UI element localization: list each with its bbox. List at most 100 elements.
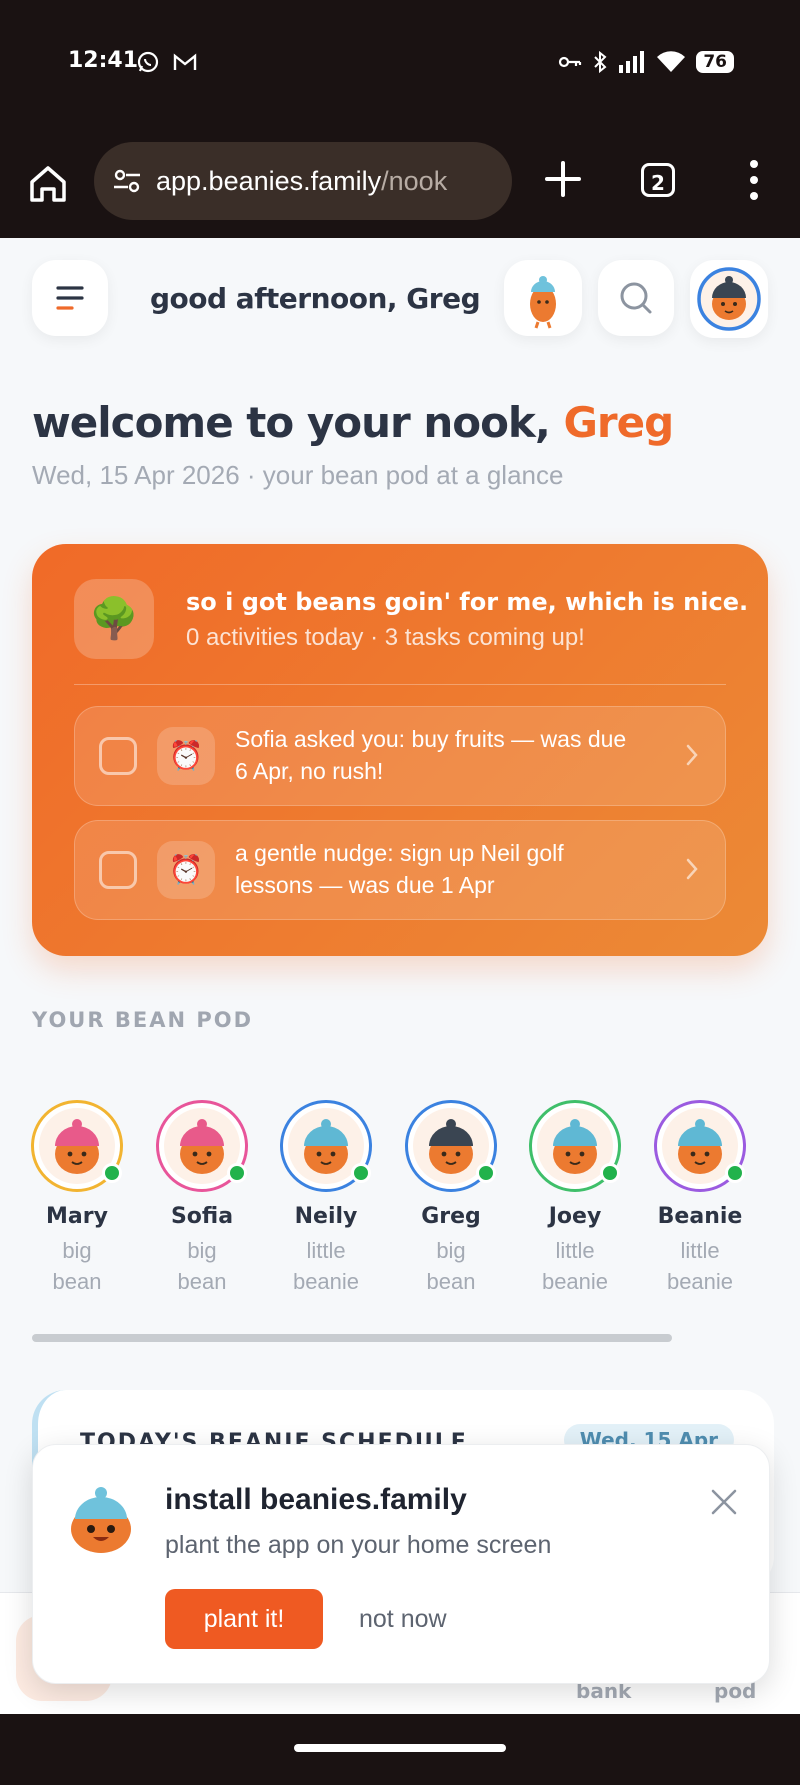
horizontal-scrollbar[interactable]	[32, 1334, 672, 1342]
online-status-dot	[227, 1163, 247, 1183]
chevron-right-icon	[686, 858, 698, 880]
member-role-line: little	[555, 1238, 595, 1263]
tab-switcher-button[interactable]: 2	[641, 163, 675, 197]
task-text: a gentle nudge: sign up Neil golf lesson…	[235, 840, 564, 898]
task-checkbox[interactable]	[99, 851, 137, 889]
welcome-prefix: welcome to your nook,	[32, 398, 551, 447]
url-path: /nook	[381, 165, 448, 196]
welcome-name: Greg	[563, 398, 674, 447]
member-role: big bean	[147, 1235, 257, 1297]
address-bar[interactable]: app.beanies.family/nook	[94, 142, 512, 220]
browser-toolbar: app.beanies.family/nook 2	[0, 140, 800, 224]
page-subtitle: Wed, 15 Apr 2026 · your bean pod at a gl…	[32, 460, 564, 490]
summary-title: so i got beans goin' for me, which is ni…	[186, 588, 749, 616]
system-status-bar: 12:41 76 app.beanies.family/nook 2	[0, 0, 800, 238]
install-subtitle: plant the app on your home screen	[165, 1531, 552, 1559]
alarm-clock-icon: ⏰	[157, 727, 215, 785]
member-role-line: bean	[52, 1269, 102, 1294]
pod-member[interactable]: Sofia big bean	[147, 1100, 257, 1297]
bean-mascot-icon	[71, 1487, 131, 1553]
install-title: install beanies.family	[165, 1483, 467, 1516]
member-role-line: bean	[426, 1269, 476, 1294]
online-status-dot	[102, 1163, 122, 1183]
gmail-icon	[173, 53, 197, 70]
member-role-line: little	[680, 1238, 720, 1263]
avatar[interactable]	[654, 1100, 746, 1192]
chevron-right-icon	[686, 744, 698, 766]
avatar[interactable]	[156, 1100, 248, 1192]
site-settings-icon[interactable]	[112, 166, 142, 196]
member-role: big bean	[22, 1235, 132, 1297]
notification-icons	[136, 50, 198, 74]
avatar[interactable]	[280, 1100, 372, 1192]
avatar[interactable]	[405, 1100, 497, 1192]
greeting: good afternoon, Greg	[150, 282, 481, 315]
avatar[interactable]	[31, 1100, 123, 1192]
close-icon[interactable]	[709, 1487, 739, 1517]
member-role-line: beanie	[541, 1269, 609, 1294]
online-status-dot	[351, 1163, 371, 1183]
bean-mascot-icon	[530, 276, 556, 329]
install-prompt: install beanies.family plant the app on …	[32, 1444, 770, 1684]
summary-card: 🌳 so i got beans goin' for me, which is …	[32, 544, 768, 956]
signal-icon	[619, 51, 645, 73]
task-item[interactable]: ⏰ a gentle nudge: sign up Neil golf less…	[74, 820, 726, 920]
page-title: welcome to your nook, Greg	[32, 398, 674, 447]
member-name: Greg	[421, 1204, 481, 1229]
member-role-line: big	[187, 1238, 217, 1263]
member-role-line: big	[62, 1238, 92, 1263]
bluetooth-icon	[594, 50, 607, 74]
tree-icon: 🌳	[74, 579, 154, 659]
menu-button[interactable]	[32, 260, 108, 336]
task-checkbox[interactable]	[99, 737, 137, 775]
avatar	[697, 267, 761, 331]
pod-member[interactable]: Greg big bean	[396, 1100, 506, 1297]
home-icon[interactable]	[26, 162, 70, 206]
profile-avatar-button[interactable]	[690, 260, 768, 338]
member-name: Beanie	[657, 1204, 743, 1229]
home-gesture-handle[interactable]	[294, 1744, 506, 1752]
member-role: big bean	[396, 1235, 506, 1297]
search-icon	[620, 282, 652, 314]
pod-member[interactable]: Neily little beanie	[271, 1100, 381, 1297]
wifi-icon	[657, 51, 686, 72]
hamburger-icon	[56, 286, 84, 310]
system-icons: 76	[558, 50, 734, 74]
key-icon	[559, 56, 582, 68]
member-role: little beanie	[271, 1235, 381, 1297]
pod-member[interactable]: Mary big bean	[22, 1100, 132, 1297]
whatsapp-icon	[137, 51, 159, 73]
search-button[interactable]	[598, 260, 674, 336]
member-role: little beanie	[645, 1235, 755, 1297]
not-now-button[interactable]: not now	[359, 1589, 447, 1649]
task-text: Sofia asked you: buy fruits — was due 6 …	[235, 726, 627, 784]
member-role-line: beanie	[666, 1269, 734, 1294]
avatar[interactable]	[529, 1100, 621, 1192]
plant-it-button[interactable]: plant it!	[165, 1589, 323, 1649]
member-role-line: bean	[177, 1269, 227, 1294]
new-tab-icon[interactable]	[540, 156, 586, 202]
url-text: app.beanies.family/nook	[156, 166, 447, 197]
member-role-line: little	[306, 1238, 346, 1263]
battery-level: 76	[696, 51, 734, 73]
system-navigation-bar	[0, 1714, 800, 1785]
task-item[interactable]: ⏰ Sofia asked you: buy fruits — was due …	[74, 706, 726, 806]
member-name: Joey	[548, 1204, 602, 1229]
status-time: 12:41	[68, 48, 139, 73]
online-status-dot	[600, 1163, 620, 1183]
online-status-dot	[725, 1163, 745, 1183]
pod-member[interactable]: Beanie little beanie	[645, 1100, 755, 1297]
section-label: YOUR BEAN POD	[32, 1008, 254, 1032]
pod-member[interactable]: Joey little beanie	[520, 1100, 630, 1297]
summary-subtitle: 0 activities today · 3 tasks coming up!	[186, 624, 585, 651]
member-name: Mary	[46, 1204, 108, 1229]
member-role-line: big	[436, 1238, 466, 1263]
more-options-icon[interactable]	[744, 158, 764, 202]
member-name: Sofia	[170, 1204, 234, 1229]
alarm-clock-icon: ⏰	[157, 841, 215, 899]
url-domain: app.beanies.family	[156, 165, 382, 196]
mascot-button[interactable]	[504, 260, 582, 336]
member-name: Neily	[294, 1204, 358, 1229]
app-header: good afternoon, Greg	[0, 238, 800, 348]
member-role: little beanie	[520, 1235, 630, 1297]
